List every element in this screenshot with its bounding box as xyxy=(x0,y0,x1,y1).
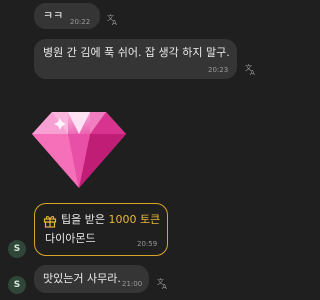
tip-amount: 1000 토큰 xyxy=(108,213,161,226)
svg-text:A: A xyxy=(250,69,255,75)
message-time: 20:22 xyxy=(70,18,91,26)
translate-icon[interactable]: 文 A xyxy=(244,62,258,76)
message-bubble: 병원 간 김에 푹 쉬어. 잡 생각 하지 말구. 20:23 xyxy=(34,39,237,79)
tip-prefix: 팁을 받은 xyxy=(61,213,105,226)
message-text: ㅋㅋ xyxy=(43,9,64,22)
message-time: 20:23 xyxy=(208,66,229,74)
diamond-sticker xyxy=(30,110,128,190)
message-time: 21:00 xyxy=(122,280,143,288)
message-text: 맛있는거 사무라. xyxy=(43,272,121,285)
tip-line: 팁을 받은 1000 토큰 xyxy=(61,213,160,227)
message-bubble: ㅋㅋ 20:22 xyxy=(34,3,100,29)
avatar[interactable]: S xyxy=(8,240,26,258)
svg-text:A: A xyxy=(112,19,117,25)
message-text: 병원 간 김에 푹 쉬어. 잡 생각 하지 말구. xyxy=(43,46,230,59)
translate-icon[interactable]: 文 A xyxy=(156,276,170,290)
translate-icon[interactable]: 文 A xyxy=(106,12,120,26)
tip-card: 팁을 받은 1000 토큰 다이아몬드 20:59 xyxy=(34,203,168,256)
avatar[interactable]: S xyxy=(8,276,26,294)
gift-icon xyxy=(43,213,57,228)
tip-item: 다이아몬드 xyxy=(45,232,96,245)
message-bubble: 맛있는거 사무라. 21:00 xyxy=(34,265,149,293)
svg-text:A: A xyxy=(162,283,167,289)
message-time: 20:59 xyxy=(137,240,158,248)
